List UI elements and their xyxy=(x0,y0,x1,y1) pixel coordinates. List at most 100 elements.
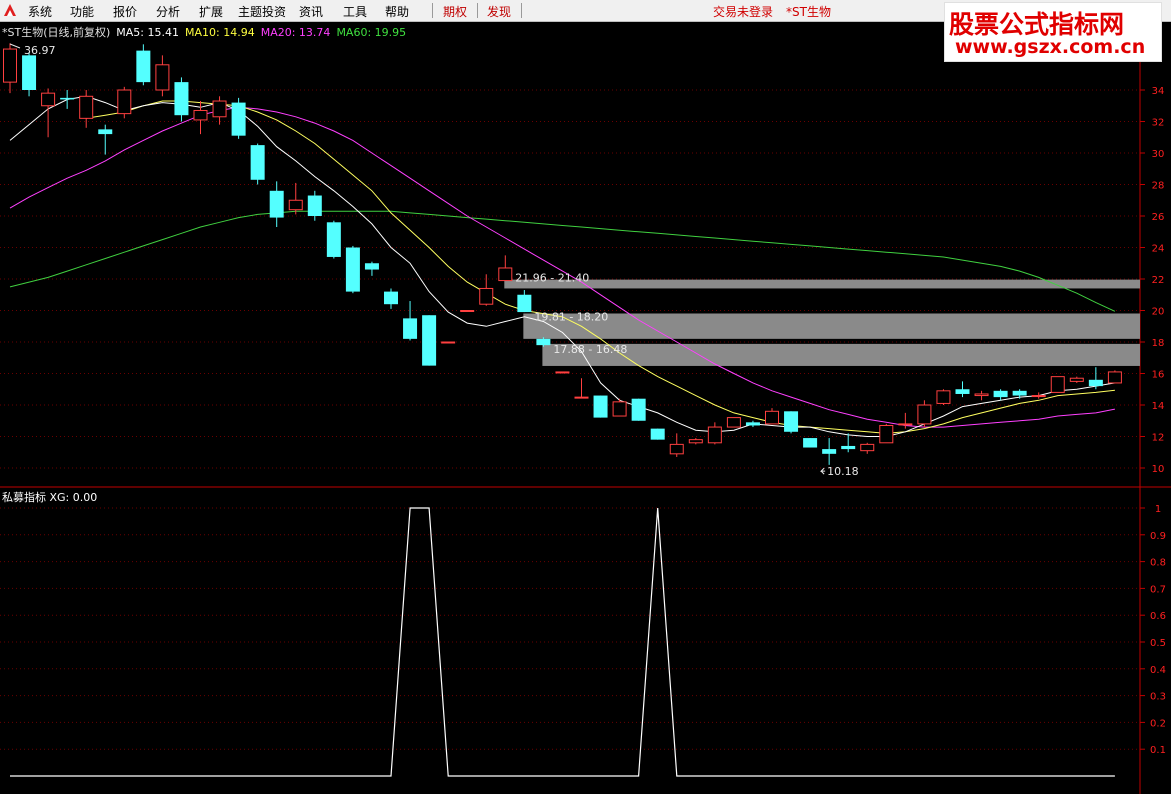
candle[interactable] xyxy=(784,411,799,434)
candle-body xyxy=(22,55,37,90)
candle[interactable] xyxy=(993,389,1008,401)
indicator-tick-label: 0.2 xyxy=(1150,718,1166,729)
candle[interactable] xyxy=(288,182,303,215)
candle[interactable] xyxy=(631,398,646,421)
candle[interactable] xyxy=(974,390,989,401)
candle[interactable] xyxy=(117,86,132,119)
indicator-tick-label: 0.7 xyxy=(1150,584,1166,595)
candle[interactable] xyxy=(98,124,113,155)
candle[interactable] xyxy=(60,90,75,109)
ma20-line xyxy=(9,106,1115,428)
candle[interactable] xyxy=(879,423,894,444)
candle[interactable] xyxy=(479,274,494,306)
candle[interactable] xyxy=(707,422,722,445)
indicator-chart[interactable]: 1 0.9 0.8 0.7 0.6 0.5 0.4 0.3 0.2 0.1 xyxy=(0,488,1171,794)
candle[interactable] xyxy=(231,97,246,139)
candle[interactable] xyxy=(441,341,456,344)
candle[interactable] xyxy=(403,301,418,341)
candle-body xyxy=(898,423,913,426)
candle-body xyxy=(269,190,284,218)
candle-body xyxy=(1069,377,1084,382)
candle[interactable] xyxy=(250,143,265,185)
candle[interactable] xyxy=(1031,392,1046,399)
candle[interactable] xyxy=(936,389,951,405)
gap-label-1: 21.96 - 21.40 xyxy=(515,272,589,285)
candle-body xyxy=(1031,395,1046,398)
price-tick-label: 26 xyxy=(1152,212,1165,223)
candle[interactable] xyxy=(422,315,437,366)
candle[interactable] xyxy=(307,190,322,221)
candle[interactable] xyxy=(1107,370,1122,384)
candle[interactable] xyxy=(79,90,94,128)
menu-options[interactable]: 期权 xyxy=(443,3,467,20)
candle[interactable] xyxy=(1088,367,1103,390)
kline-chart[interactable]: 10 12 14 16 18 20 22 24 26 28 30 32 34 36.97 21.96 - 2… xyxy=(0,22,1171,488)
candle[interactable] xyxy=(917,400,932,428)
menu-news[interactable]: 资讯 xyxy=(299,3,323,20)
candle-body xyxy=(193,109,208,121)
menu-extend[interactable]: 扩展 xyxy=(199,3,223,20)
candle-body xyxy=(345,247,360,292)
main-legend: *ST生物(日线,前复权) MA5: 15.41 MA10: 14.94 MA20: … xyxy=(2,24,412,40)
low-marker xyxy=(819,467,826,475)
candle[interactable] xyxy=(745,420,760,428)
candle-body xyxy=(1107,371,1122,384)
candle-body xyxy=(765,410,779,425)
candle[interactable] xyxy=(345,245,360,294)
menu-quote[interactable]: 报价 xyxy=(113,3,137,20)
candle[interactable] xyxy=(860,442,875,454)
price-tick-label: 12 xyxy=(1152,433,1165,444)
ma60-line xyxy=(9,210,1116,312)
menu-function[interactable]: 功能 xyxy=(70,3,94,20)
candle[interactable] xyxy=(155,55,170,97)
menu-discover[interactable]: 发现 xyxy=(487,3,511,20)
menu-system[interactable]: 系统 xyxy=(28,3,52,20)
candle[interactable] xyxy=(841,433,856,453)
trade-login-status[interactable]: 交易未登录 xyxy=(713,3,773,20)
candle[interactable] xyxy=(1069,376,1084,383)
price-tick-label: 14 xyxy=(1152,401,1165,412)
candle-body xyxy=(174,82,189,116)
candle[interactable] xyxy=(1012,389,1027,399)
candle-body xyxy=(955,389,970,394)
candle[interactable] xyxy=(803,438,818,448)
menu-help[interactable]: 帮助 xyxy=(385,3,409,20)
candle-body xyxy=(555,371,570,374)
candle[interactable] xyxy=(3,43,17,94)
current-stock-name: *ST生物 xyxy=(786,5,831,19)
candle[interactable] xyxy=(765,408,779,425)
candle[interactable] xyxy=(1050,376,1065,393)
candle-body xyxy=(688,439,703,444)
candle-body xyxy=(250,145,265,180)
candle[interactable] xyxy=(517,290,532,313)
candle[interactable] xyxy=(555,371,570,374)
candle[interactable] xyxy=(364,261,379,276)
candle-body xyxy=(1012,390,1027,396)
candle[interactable] xyxy=(460,310,475,312)
candle[interactable] xyxy=(174,77,189,122)
menu-separator xyxy=(477,3,478,18)
candle[interactable] xyxy=(822,438,837,465)
candle[interactable] xyxy=(326,220,341,259)
candle[interactable] xyxy=(688,438,703,445)
candle[interactable] xyxy=(269,181,284,228)
menu-tools[interactable]: 工具 xyxy=(343,3,367,20)
candle[interactable] xyxy=(726,417,741,428)
candle[interactable] xyxy=(22,52,37,97)
candle-body xyxy=(612,401,627,417)
candle[interactable] xyxy=(212,96,227,125)
candle[interactable] xyxy=(498,255,513,282)
candle[interactable] xyxy=(955,381,970,398)
candle[interactable] xyxy=(593,395,608,418)
candle[interactable] xyxy=(650,428,665,440)
indicator-tick-label: 0.4 xyxy=(1150,665,1166,676)
candle[interactable] xyxy=(384,288,398,309)
indicator-tick-label: 0.6 xyxy=(1150,611,1166,622)
candle-body xyxy=(460,310,475,312)
candle[interactable] xyxy=(136,44,151,86)
price-tick-label: 24 xyxy=(1152,244,1165,255)
low-price-label: 10.18 xyxy=(827,465,859,478)
menu-theme-invest[interactable]: 主题投资 xyxy=(238,3,286,20)
candle[interactable] xyxy=(574,378,589,399)
menu-analysis[interactable]: 分析 xyxy=(156,3,180,20)
